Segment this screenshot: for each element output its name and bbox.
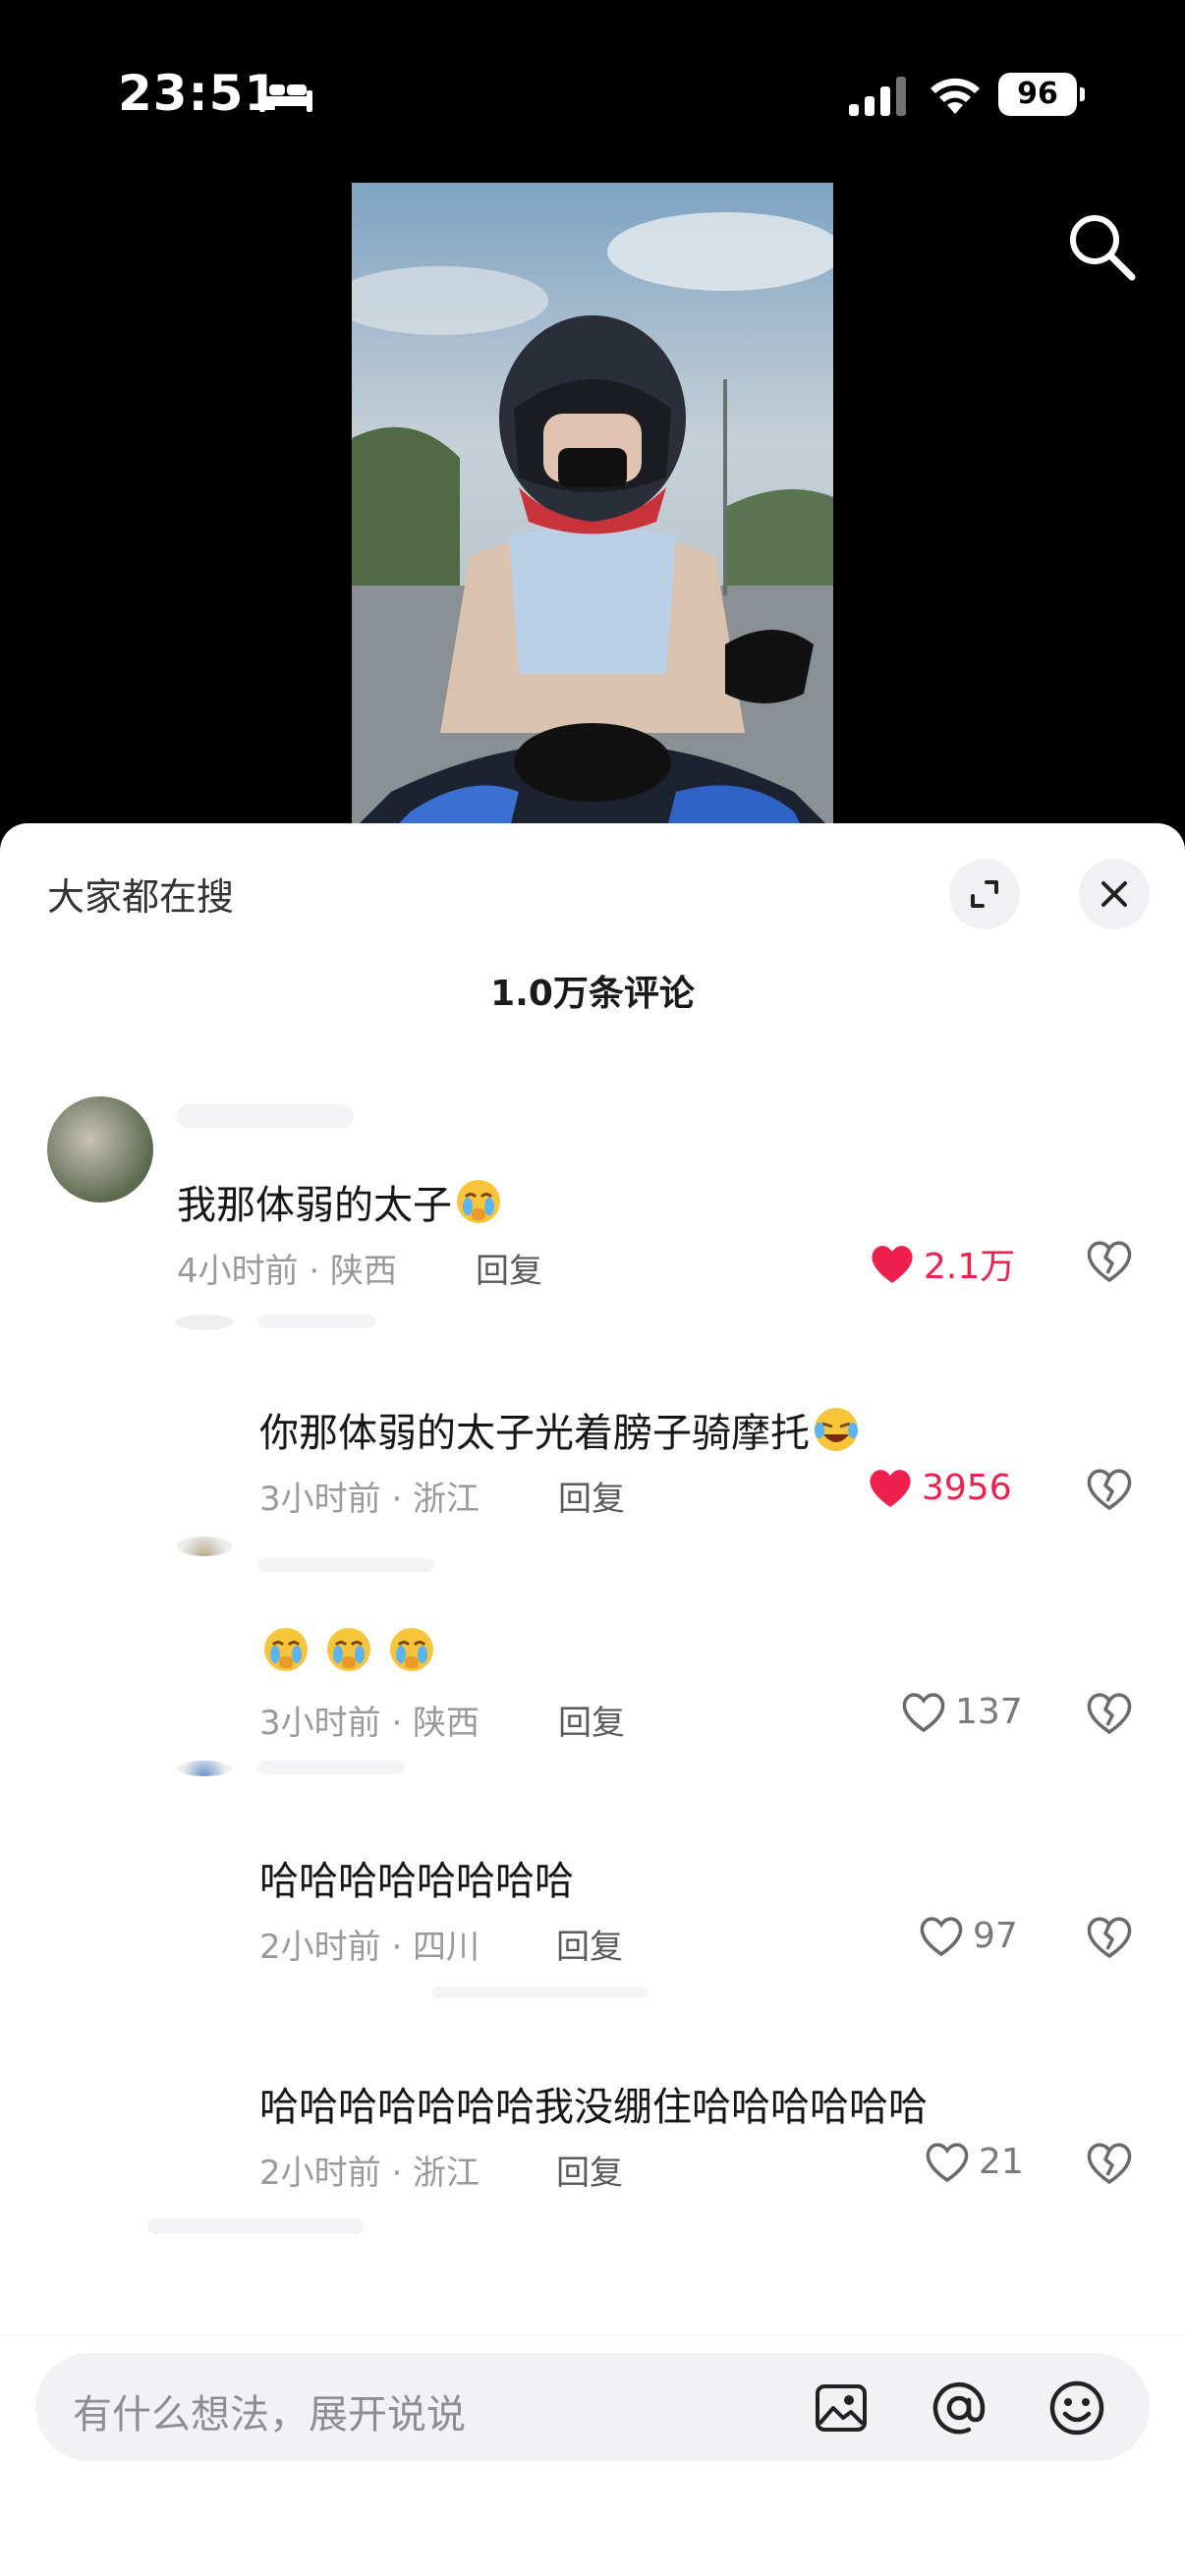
expand-icon <box>971 880 998 908</box>
like-count: 21 <box>979 2141 1024 2182</box>
comment-text <box>259 1625 436 1676</box>
like-button[interactable]: 3956 <box>867 1466 1012 1509</box>
close-button[interactable] <box>1079 859 1150 929</box>
comment-time-location: 3小时前 · 浙江 <box>259 1480 480 1519</box>
status-bar: 23:51 96 <box>0 0 1185 187</box>
expand-button[interactable] <box>949 859 1020 929</box>
list-item: 哈哈哈哈哈哈哈哈 2小时前 · 四川 回复 97 <box>0 1761 1185 1967</box>
list-item: 你那体弱的太子光着膀子骑摩托 3小时前 · 浙江 回复 3956 <box>0 1315 1185 1519</box>
like-count: 3956 <box>922 1467 1012 1508</box>
comment-input[interactable]: 有什么想法，展开说说 <box>35 2353 1150 2461</box>
avatar[interactable] <box>177 1761 232 1776</box>
comment-time-location: 2小时前 · 四川 <box>259 1928 480 1967</box>
crying-emoji-icon <box>390 1628 433 1671</box>
at-icon[interactable] <box>930 2379 988 2437</box>
reply-button[interactable]: 回复 <box>476 1244 542 1292</box>
comment-author[interactable] <box>257 1315 375 1328</box>
comment-input-bar: 有什么想法，展开说说 <box>0 2334 1185 2576</box>
avatar[interactable] <box>177 1537 232 1556</box>
image-icon[interactable] <box>812 2379 871 2437</box>
comment-author[interactable] <box>147 2218 364 2234</box>
heart-icon <box>870 1470 911 1507</box>
comment-text: 你那体弱的太子光着膀子骑摩托 <box>259 1401 861 1458</box>
reply-button[interactable]: 回复 <box>556 2146 623 2194</box>
comment-time-location: 2小时前 · 浙江 <box>259 2154 480 2193</box>
battery-indicator: 96 <box>998 73 1085 116</box>
video-frame[interactable] <box>352 183 833 831</box>
close-icon <box>1101 881 1127 907</box>
emoji-icon[interactable] <box>1047 2379 1106 2437</box>
crying-emoji-icon <box>327 1628 370 1671</box>
dislike-icon[interactable] <box>1085 2140 1134 2185</box>
comment-input-placeholder: 有什么想法，展开说说 <box>73 2392 466 2437</box>
like-count: 97 <box>973 1915 1018 1956</box>
list-item: 我那体弱的太子 4小时前 · 陕西 回复 2.1万 <box>0 1085 1185 1291</box>
heart-outline-icon <box>902 1693 945 1733</box>
crying-emoji-icon <box>457 1180 500 1223</box>
reply-button[interactable]: 回复 <box>556 1920 623 1968</box>
comment-text: 哈哈哈哈哈哈哈我没绷住哈哈哈哈哈哈 <box>259 2085 928 2130</box>
avatar[interactable] <box>47 1096 153 1203</box>
comment-author[interactable] <box>177 1104 354 1128</box>
like-button[interactable]: 21 <box>924 2140 1024 2183</box>
trending-search-label[interactable]: 大家都在搜 <box>47 867 234 921</box>
list-item: 哈哈哈哈哈哈哈我没绷住哈哈哈哈哈哈 2小时前 · 浙江 回复 21 <box>0 1987 1185 2193</box>
like-button[interactable]: 137 <box>900 1690 1023 1733</box>
heart-outline-icon <box>926 2143 969 2183</box>
signal-icon <box>849 77 906 116</box>
comment-text: 我那体弱的太子 <box>177 1173 503 1230</box>
reply-button[interactable]: 回复 <box>558 1696 625 1744</box>
comment-author[interactable] <box>257 1558 434 1572</box>
comment-time-location: 4小时前 · 陕西 <box>177 1252 398 1291</box>
comment-time-location: 3小时前 · 陕西 <box>259 1704 480 1743</box>
list-item: 3小时前 · 陕西 回复 137 <box>0 1537 1185 1743</box>
dislike-icon[interactable] <box>1085 1690 1134 1735</box>
like-button[interactable]: 97 <box>918 1914 1018 1957</box>
dislike-icon[interactable] <box>1085 1466 1134 1511</box>
reply-button[interactable]: 回复 <box>558 1472 625 1520</box>
search-icon[interactable] <box>1063 208 1138 283</box>
avatar[interactable] <box>175 1315 234 1330</box>
status-time: 23:51 <box>118 65 280 122</box>
comment-author[interactable] <box>257 1761 405 1774</box>
dislike-icon[interactable] <box>1085 1238 1134 1283</box>
comment-author[interactable] <box>432 1987 649 1998</box>
bed-icon <box>259 81 312 112</box>
like-button[interactable]: 2.1万 <box>869 1238 1015 1289</box>
comment-sheet: 大家都在搜 1.0万条评论 我那体弱的太子 4小时前 · 陕西 回复 2.1万 … <box>0 823 1185 2576</box>
heart-outline-icon <box>920 1917 963 1957</box>
comment-text: 哈哈哈哈哈哈哈哈 <box>259 1859 574 1904</box>
wifi-icon <box>931 78 980 114</box>
crying-emoji-icon <box>264 1628 308 1671</box>
heart-icon <box>872 1246 913 1283</box>
like-count: 2.1万 <box>924 1247 1016 1287</box>
comment-count: 1.0万条评论 <box>490 974 695 1014</box>
laughing-crying-emoji-icon <box>815 1408 858 1451</box>
dislike-icon[interactable] <box>1085 1914 1134 1959</box>
like-count: 137 <box>955 1691 1023 1732</box>
